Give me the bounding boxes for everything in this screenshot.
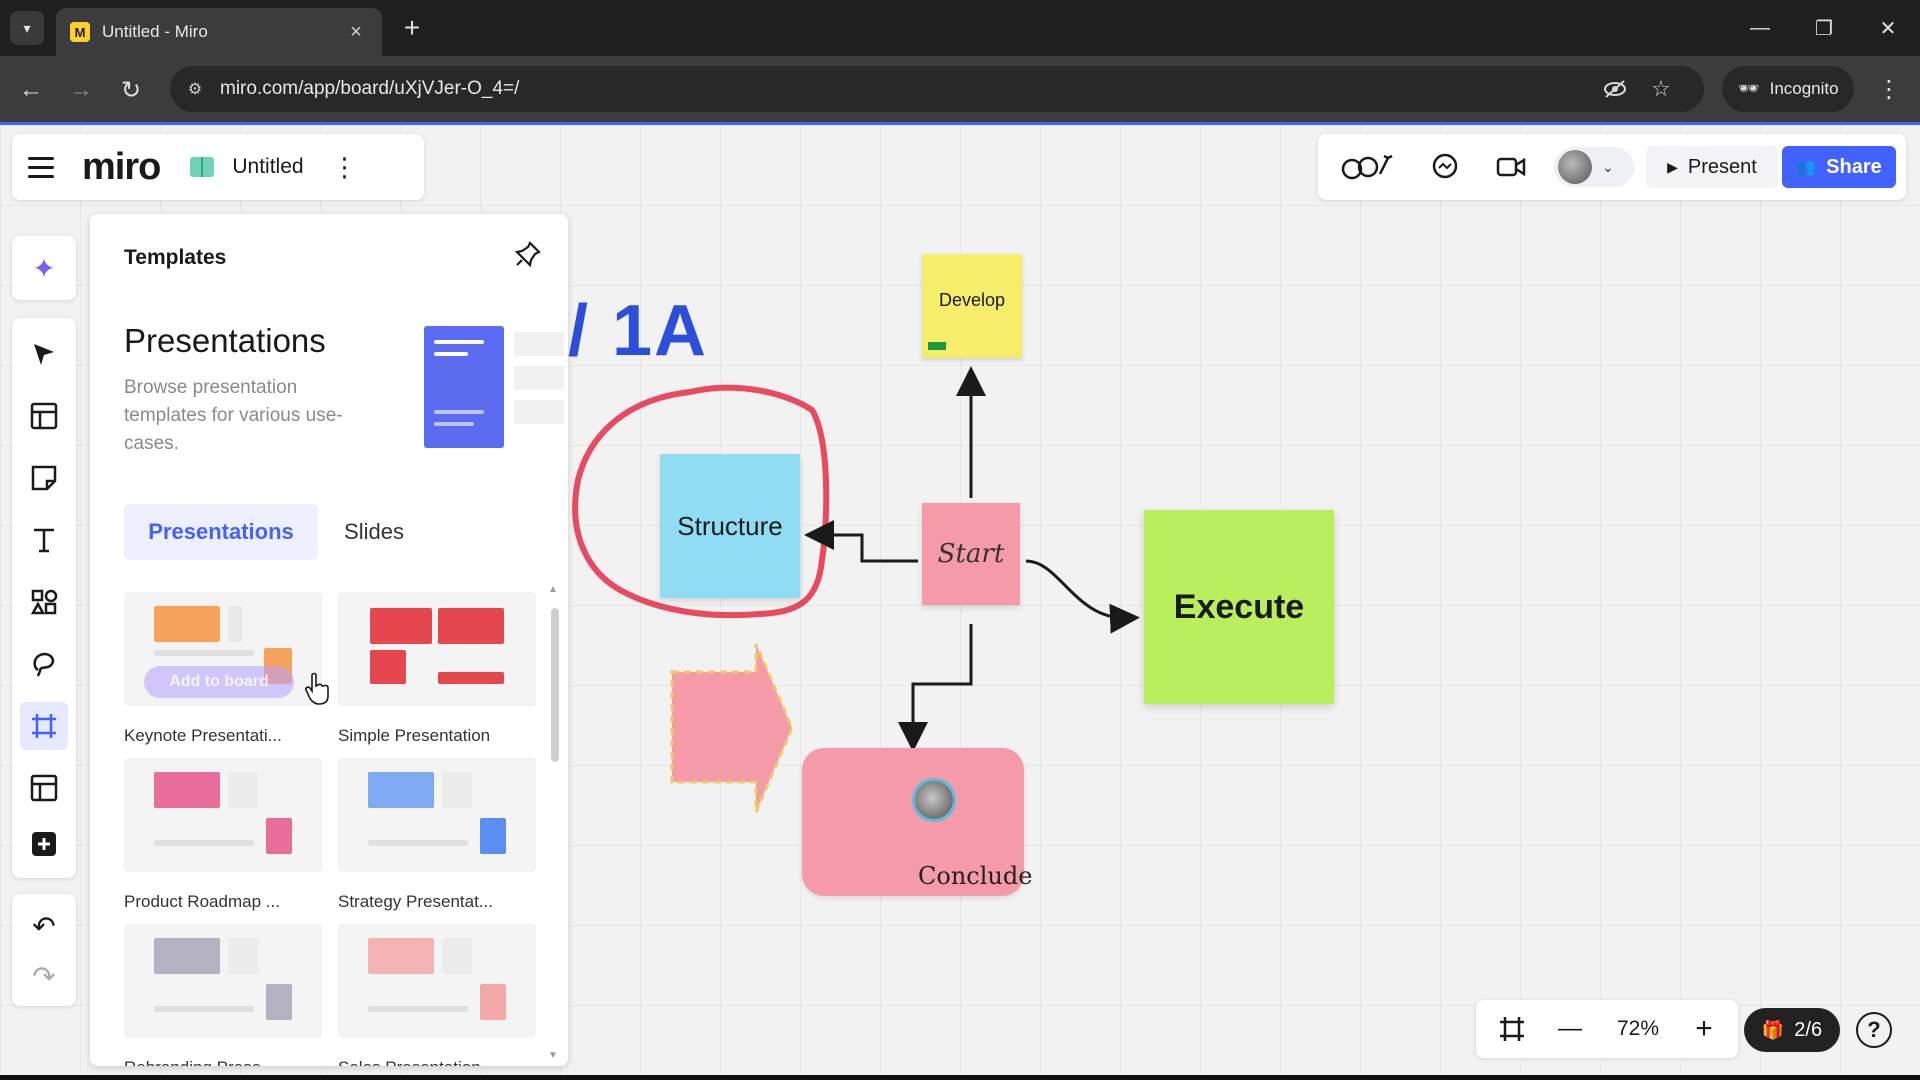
user-avatar [1558,150,1592,184]
panel-header: Templates [124,246,227,269]
template-thumbnail[interactable] [338,758,536,872]
chevron-down-icon: ⌄ [1602,158,1614,175]
lasso-pen-icon[interactable] [20,640,68,688]
share-label: Share [1826,155,1882,178]
comments-icon[interactable] [1428,151,1462,183]
select-cursor-icon[interactable] [20,330,68,378]
category-title: Presentations [124,322,326,359]
sticky-tag [928,342,946,350]
reactions-icon[interactable] [1338,151,1398,183]
redo-icon[interactable]: ↷ [20,952,68,1000]
sticky-start[interactable]: Start [922,503,1020,605]
template-label: Rebranding Prese... [124,1058,322,1066]
template-card[interactable]: Strategy Presentat... [338,758,536,912]
template-label: Keynote Presentati... [124,726,282,745]
user-avatar-menu[interactable]: ⌄ [1554,147,1634,187]
present-label: Present [1687,155,1757,178]
template-card[interactable]: Simple Presentation [338,592,536,746]
sticky-develop-label: Develop [938,290,1006,310]
video-call-icon[interactable] [1494,151,1528,183]
play-icon: ▶ [1667,158,1678,175]
scroll-down-icon[interactable]: ▼ [548,1050,558,1061]
share-button[interactable]: 👥 Share [1782,146,1896,188]
pages-count: 2/6 [1794,1018,1823,1041]
category-illustration [424,320,564,448]
pin-icon[interactable] [514,240,542,275]
template-thumbnail[interactable] [338,924,536,1038]
pink-arrow-shape[interactable] [670,643,794,813]
template-card[interactable]: Product Roadmap ... [124,758,322,912]
template-card[interactable]: Rebranding Prese... [124,924,322,1066]
ai-sparkle-icon[interactable]: ✦ [12,236,76,300]
board-book-icon [190,157,215,177]
template-thumbnail[interactable]: Add to board [124,592,322,706]
creation-tools [12,318,76,878]
zoom-in-icon[interactable]: + [1684,1012,1724,1046]
tab-presentations[interactable]: Presentations [124,504,318,560]
sticky-develop[interactable]: Develop [922,254,1022,358]
add-to-board-button[interactable]: Add to board [144,666,294,698]
board-name[interactable]: Untitled [232,155,303,179]
shapes-icon[interactable] [20,578,68,626]
templates-panel: Templates Presentations Browse presentat… [90,214,568,1066]
history-tools: ↶ ↷ [12,894,76,1006]
panel-scrollbar[interactable]: ▲ ▼ [548,584,559,1062]
collaboration-toolbar: ⌄ ▶ Present 👥 Share [1318,134,1906,200]
sticky-execute-label: Execute [1173,587,1305,626]
sticky-note-icon[interactable] [20,454,68,502]
fit-to-screen-icon[interactable] [1490,1012,1534,1046]
template-label: Simple Presentation [338,726,491,745]
gift-icon: 🎁 [1761,1019,1785,1040]
zoom-out-icon[interactable]: — [1550,1012,1590,1046]
frames-pages-button[interactable]: 🎁 2/6 [1744,1008,1840,1052]
template-thumbnail[interactable] [338,592,536,706]
text-tool-icon[interactable] [20,516,68,564]
shape-conclude-label: Conclude [918,862,1033,890]
board-title-text[interactable]: / 1A [568,290,708,372]
template-label: Strategy Presentat... [338,892,493,911]
template-card[interactable]: Sales Presentation [338,924,536,1066]
template-grid: Add to board Keynote Presentati... Simpl… [124,592,544,1066]
template-thumbnail[interactable] [124,758,322,872]
undo-icon[interactable]: ↶ [20,902,68,950]
conclude-avatar-icon[interactable] [912,778,956,822]
scrollbar-thumb[interactable] [551,608,559,762]
sticky-start-label: Start [937,539,1005,569]
frame-icon[interactable] [20,702,68,750]
miro-logo[interactable]: miro [82,146,161,189]
board-options-icon[interactable]: ⋮ [332,152,358,183]
template-label: Product Roadmap ... [124,892,280,911]
tab-slides[interactable]: Slides [324,504,424,560]
template-label: Sales Presentation [338,1058,536,1066]
connector-start-execute[interactable] [1025,559,1140,634]
left-toolbar: ✦ ↶ ↷ [12,236,76,1006]
shape-structure[interactable]: Structure [660,454,800,598]
screen-bottom-edge [0,1075,1920,1080]
category-description: Browse presentation templates for variou… [124,377,343,454]
shape-structure-label: Structure [677,510,783,541]
template-card[interactable]: Add to board Keynote Presentati... [124,592,322,746]
present-button[interactable]: ▶ Present [1646,146,1778,188]
connector-start-conclude[interactable] [898,624,973,752]
board-header: miro Untitled ⋮ [12,134,424,200]
zoom-level[interactable]: 72% [1598,1012,1678,1046]
main-menu-icon[interactable] [28,152,58,182]
sticky-execute[interactable]: Execute [1144,510,1334,704]
hand-cursor-icon [305,672,329,705]
help-icon[interactable]: ? [1856,1012,1892,1048]
templates-icon[interactable] [20,392,68,440]
shape-conclude[interactable]: Conclude [802,748,1032,896]
scroll-up-icon[interactable]: ▲ [548,584,558,595]
zoom-controls: — 72% + [1476,1000,1738,1058]
connector-start-structure[interactable] [804,520,918,563]
table-icon[interactable] [20,764,68,812]
add-more-icon[interactable] [20,820,68,868]
share-people-icon: 👥 [1796,159,1817,176]
template-thumbnail[interactable] [124,924,322,1038]
